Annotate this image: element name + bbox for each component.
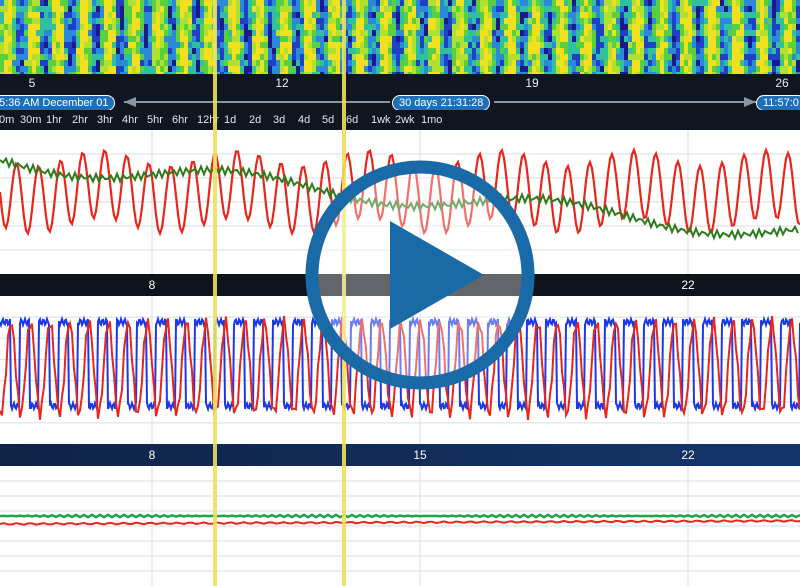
date-tick: 8 [148,448,156,462]
date-tick: 22 [681,448,695,462]
play-button[interactable] [302,157,538,393]
zoom-option-6d[interactable]: 6d [346,114,358,126]
zoom-option-3hr[interactable]: 3hr [97,114,113,126]
zoom-option-0m[interactable]: 0m [0,114,14,126]
timeline-tick: 26 [775,76,789,90]
panel-2-date-axis: 8 15 22 [0,444,800,466]
panel-3-grid [0,466,800,586]
zoom-option-30m[interactable]: 30m [20,114,41,126]
zoom-option-1hr[interactable]: 1hr [46,114,62,126]
zoom-option-4hr[interactable]: 4hr [122,114,138,126]
zoom-option-5hr[interactable]: 5hr [147,114,163,126]
zoom-option-5d[interactable]: 5d [322,114,334,126]
timeline-axis: 5 12 19 26 [0,74,800,94]
date-tick: 22 [681,278,695,292]
zoom-option-3d[interactable]: 3d [273,114,285,126]
range-span-label[interactable]: 30 days 21:31:28 [392,95,491,111]
zoom-option-1mo[interactable]: 1mo [421,114,442,126]
timeline-tick: 12 [275,76,289,90]
zoom-option-1wk[interactable]: 1wk [371,114,391,126]
date-tick: 15 [413,448,427,462]
green-series-line [0,513,800,519]
zoom-option-1d[interactable]: 1d [224,114,236,126]
zoom-option-2wk[interactable]: 2wk [395,114,415,126]
range-end-label[interactable]: 11:57:0 [756,95,800,111]
spectrogram-strip [0,0,800,74]
timeline-tick: 5 [28,76,36,90]
zoom-option-2hr[interactable]: 2hr [72,114,88,126]
date-tick: 8 [148,278,156,292]
timeline-tick: 19 [525,76,539,90]
time-range-bar[interactable]: 5:36 AM December 01 30 days 21:31:28 11:… [0,94,800,111]
trend-panel-3[interactable] [0,466,800,586]
zoom-option-4d[interactable]: 4d [298,114,310,126]
red-series-line [0,519,800,526]
zoom-bar: 0m 30m 1hr 2hr 3hr 4hr 5hr 6hr 12hr 1d 2… [0,110,800,130]
cursor-line-left[interactable] [213,0,217,586]
zoom-option-2d[interactable]: 2d [249,114,261,126]
range-start-label[interactable]: 5:36 AM December 01 [0,95,116,111]
zoom-option-6hr[interactable]: 6hr [172,114,188,126]
